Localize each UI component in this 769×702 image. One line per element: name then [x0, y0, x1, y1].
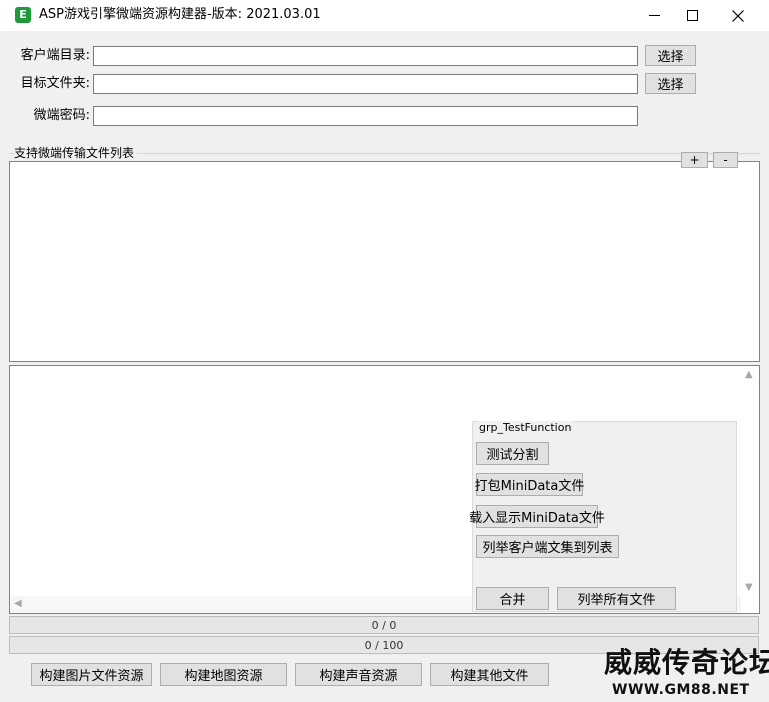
app-logo-icon: E [15, 7, 31, 23]
watermark-text: 威威传奇论坛 [604, 646, 769, 679]
target-dir-input[interactable] [93, 74, 638, 94]
scroll-left-icon[interactable]: ◀ [14, 599, 22, 609]
build-images-button[interactable]: 构建图片文件资源 [31, 663, 152, 686]
list-all-files-button[interactable]: 列举所有文件 [557, 587, 676, 610]
merge-button[interactable]: 合并 [476, 587, 549, 610]
file-list-box[interactable] [9, 161, 760, 362]
build-others-button[interactable]: 构建其他文件 [430, 663, 549, 686]
scroll-up-icon[interactable]: ▲ [745, 370, 753, 380]
password-input[interactable] [93, 106, 638, 126]
list-client-files-button[interactable]: 列举客户端文集到列表 [476, 535, 619, 558]
scroll-down-icon[interactable]: ▼ [745, 583, 753, 593]
maximize-icon [686, 10, 698, 21]
load-minidata-button[interactable]: 载入显示MiniData文件 [469, 505, 605, 528]
progress-bar-1: 0 / 0 [9, 616, 759, 634]
add-file-button[interactable]: + [681, 152, 708, 168]
watermark-url: WWW.GM88.NET [612, 682, 750, 698]
password-label: 微端密码: [33, 108, 90, 123]
target-dir-browse-button[interactable]: 选择 [645, 73, 696, 94]
progress-bar-1-text: 0 / 0 [371, 618, 397, 632]
test-function-group-title: grp_TestFunction [477, 421, 574, 435]
client-dir-label: 客户端目录: [20, 48, 90, 63]
client-dir-browse-button[interactable]: 选择 [645, 45, 696, 66]
file-list-title: 支持微端传输文件列表 [14, 146, 138, 160]
minimize-icon [648, 15, 660, 16]
test-split-button[interactable]: 测试分割 [476, 442, 549, 465]
vertical-scrollbar[interactable]: ▲ ▼ [741, 366, 759, 596]
target-dir-label: 目标文件夹: [20, 76, 90, 91]
build-sounds-button[interactable]: 构建声音资源 [295, 663, 422, 686]
remove-file-button[interactable]: - [713, 152, 738, 168]
build-maps-button[interactable]: 构建地图资源 [160, 663, 287, 686]
pack-minidata-button[interactable]: 打包MiniData文件 [475, 473, 584, 496]
close-icon [732, 9, 744, 22]
progress-bar-2-text: 0 / 100 [364, 638, 404, 652]
client-dir-input[interactable] [93, 46, 638, 66]
window-title: ASP游戏引擎微端资源构建器-版本: 2021.03.01 [39, 7, 321, 22]
maximize-button[interactable] [669, 0, 715, 31]
close-button[interactable] [715, 0, 761, 31]
